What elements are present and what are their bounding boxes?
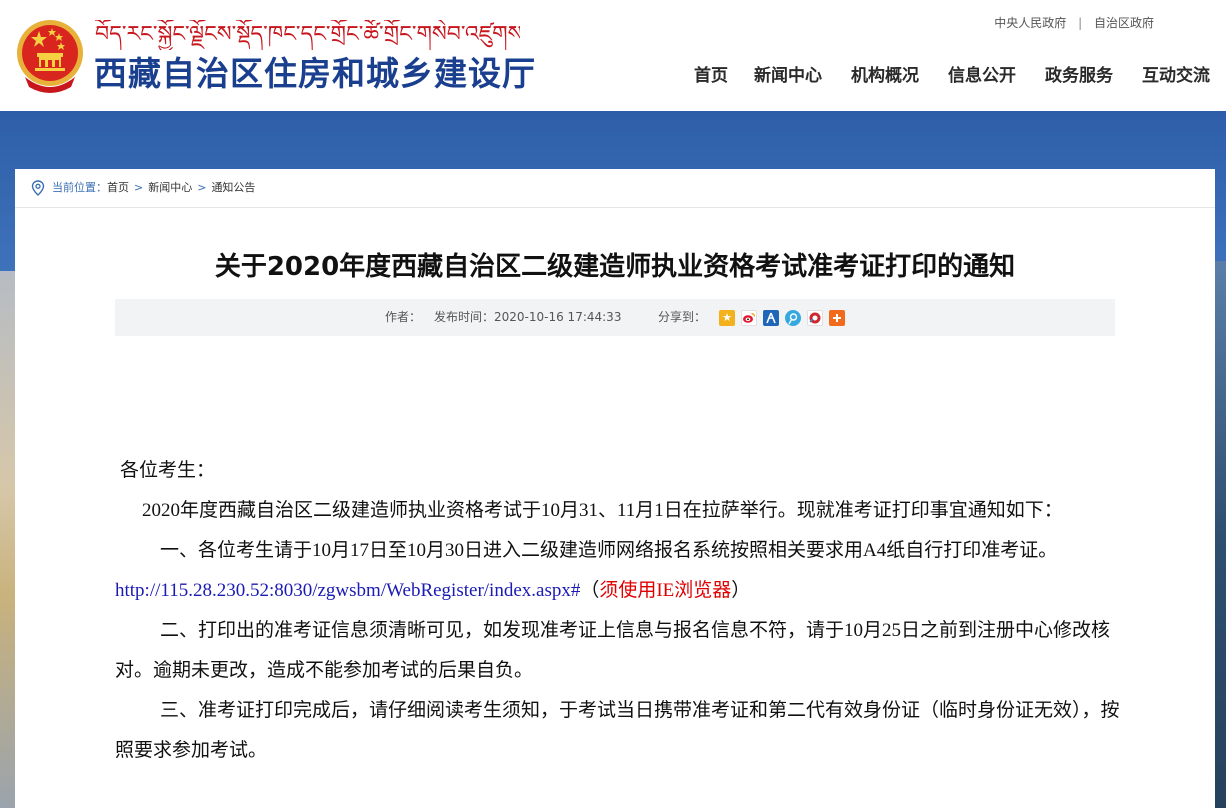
- top-links-separator: |: [1078, 16, 1083, 30]
- site-title[interactable]: 西藏自治区住房和城乡建设厅: [94, 52, 536, 96]
- nav-item-home[interactable]: 首页: [694, 62, 754, 90]
- item1-paren-open: （: [580, 580, 600, 601]
- article-meta-bar: 作者： 发布时间：2020-10-16 17:44:33 分享到： ★: [115, 299, 1115, 336]
- nav-item-interaction[interactable]: 互动交流: [1142, 62, 1222, 90]
- nav-item-news[interactable]: 新闻中心: [754, 62, 851, 90]
- item3-paragraph: 三、准考证打印完成后，请仔细阅读考生须知，于考试当日携带准考证和第二代有效身份证…: [115, 700, 1120, 761]
- share-label: 分享到：: [658, 310, 707, 324]
- ie-browser-note: 须使用IE浏览器: [599, 580, 732, 601]
- qzone-icon[interactable]: ★: [719, 310, 735, 326]
- item1-paren-close: ）: [731, 580, 751, 601]
- breadcrumb-separator: >: [134, 181, 144, 194]
- item2-paragraph: 二、打印出的准考证信息须清晰可见，如发现准考证上信息与报名信息不符，请于10月2…: [115, 620, 1111, 681]
- site-header: བོད་རང་སྐྱོང་ལྗོངས་སྡོད་ཁང་དང་གྲོང་ཚོ་གྲ…: [0, 0, 1226, 111]
- nav-item-about[interactable]: 机构概况: [851, 62, 948, 90]
- renren-icon[interactable]: [763, 310, 779, 326]
- article-body: 各位考生： 2020年度西藏自治区二级建造师执业资格考试于10月31、11月1日…: [115, 451, 1125, 771]
- top-link-region-gov[interactable]: 自治区政府: [1094, 16, 1154, 30]
- greeting-paragraph: 各位考生：: [120, 460, 216, 481]
- breadcrumb-item-news[interactable]: 新闻中心: [148, 181, 192, 194]
- main-nav: 首页 新闻中心 机构概况 信息公开 政务服务 互动交流: [694, 62, 1222, 90]
- breadcrumb-separator: >: [197, 181, 207, 194]
- top-link-central-gov[interactable]: 中央人民政府: [994, 16, 1066, 30]
- location-pin-icon: [31, 180, 45, 196]
- publish-time: 发布时间：2020-10-16 17:44:33: [434, 310, 622, 324]
- register-system-link[interactable]: http://115.28.230.52:8030/zgwsbm/WebRegi…: [115, 580, 580, 601]
- background-building-right: [1214, 261, 1226, 808]
- breadcrumb-item-home[interactable]: 首页: [107, 181, 129, 194]
- intro-paragraph: 2020年度西藏自治区二级建造师执业资格考试于10月31、11月1日在拉萨举行。…: [142, 500, 1063, 521]
- item1-paragraph: 一、各位考生请于10月17日至10月30日进入二级建造师网络报名系统按照相关要求…: [115, 531, 1125, 611]
- content-card: 当前位置：首页 > 新闻中心 > 通知公告 关于2020年度西藏自治区二级建造师执业资格…: [15, 169, 1215, 808]
- item1-text: 一、各位考生请于10月17日至10月30日进入二级建造师网络报名系统按照相关要求…: [160, 540, 1058, 561]
- nav-item-info[interactable]: 信息公开: [948, 62, 1045, 90]
- pengyou-icon[interactable]: [807, 310, 823, 326]
- tencent-weibo-icon[interactable]: [785, 310, 801, 326]
- national-emblem-icon[interactable]: [15, 17, 85, 93]
- background-building-left: [0, 271, 15, 808]
- top-links: 中央人民政府 | 自治区政府: [994, 14, 1154, 31]
- breadcrumb-label: 当前位置：: [52, 181, 107, 194]
- weibo-icon[interactable]: [741, 310, 757, 326]
- share-icons: ★: [719, 310, 845, 326]
- nav-item-services[interactable]: 政务服务: [1045, 62, 1142, 90]
- author-label: 作者：: [385, 310, 422, 324]
- site-tibetan-name: བོད་རང་སྐྱོང་ལྗོངས་སྡོད་ཁང་དང་གྲོང་ཚོ་གྲ…: [95, 22, 520, 47]
- breadcrumb-item-notices[interactable]: 通知公告: [211, 181, 255, 194]
- more-share-icon[interactable]: [829, 310, 845, 326]
- breadcrumb: 当前位置：首页 > 新闻中心 > 通知公告: [15, 169, 1215, 208]
- article-title: 关于2020年度西藏自治区二级建造师执业资格考试准考证打印的通知: [214, 252, 1016, 282]
